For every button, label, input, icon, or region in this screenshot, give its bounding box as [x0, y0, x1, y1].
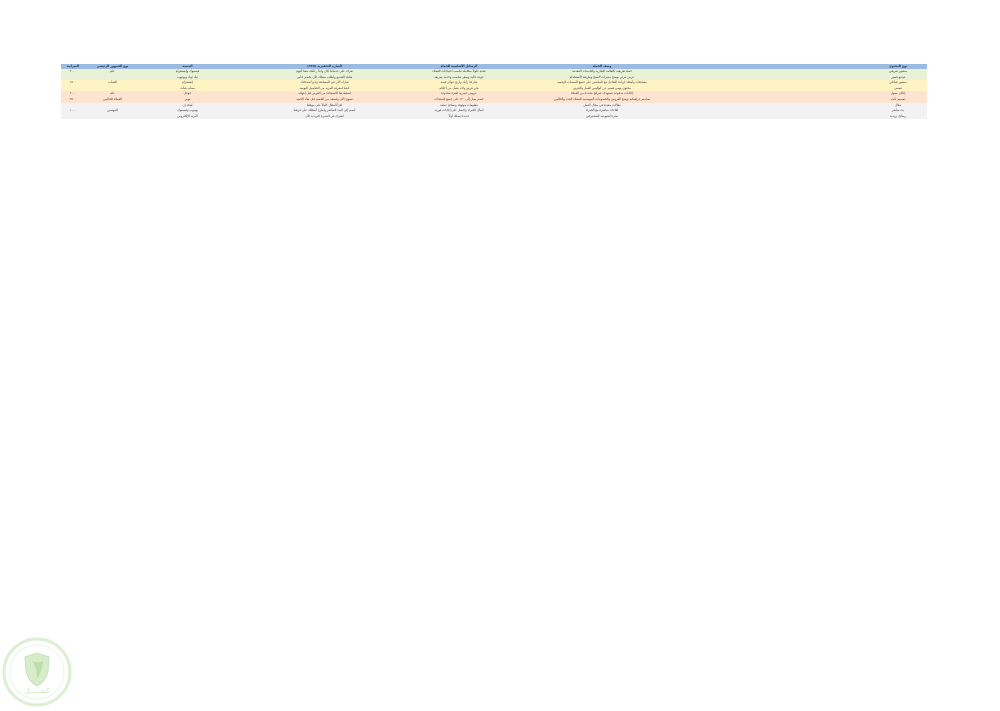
- platform-cell: البريد الإلكتروني: [177, 113, 198, 118]
- budget-cell: [61, 114, 85, 120]
- description-cell: نشرة أسبوعية للمشتركين: [585, 113, 619, 118]
- audience-cell: [85, 114, 140, 120]
- table-row: رسائل بريدية نشرة أسبوعية للمشتركين جديدنا…: [61, 113, 927, 120]
- shield-leaf-icon: [2, 637, 72, 707]
- spreadsheet-table: نوع المحتوى وصف الحملة الرسائل الأساسية لل…: [61, 64, 927, 120]
- watermark-text: كشـــــل: [24, 687, 50, 695]
- cta-cell: اشترك في النشرة البريدية الآن: [305, 113, 344, 118]
- content-type-cell: رسائل بريدية: [889, 113, 907, 118]
- watermark-logo: [2, 637, 72, 707]
